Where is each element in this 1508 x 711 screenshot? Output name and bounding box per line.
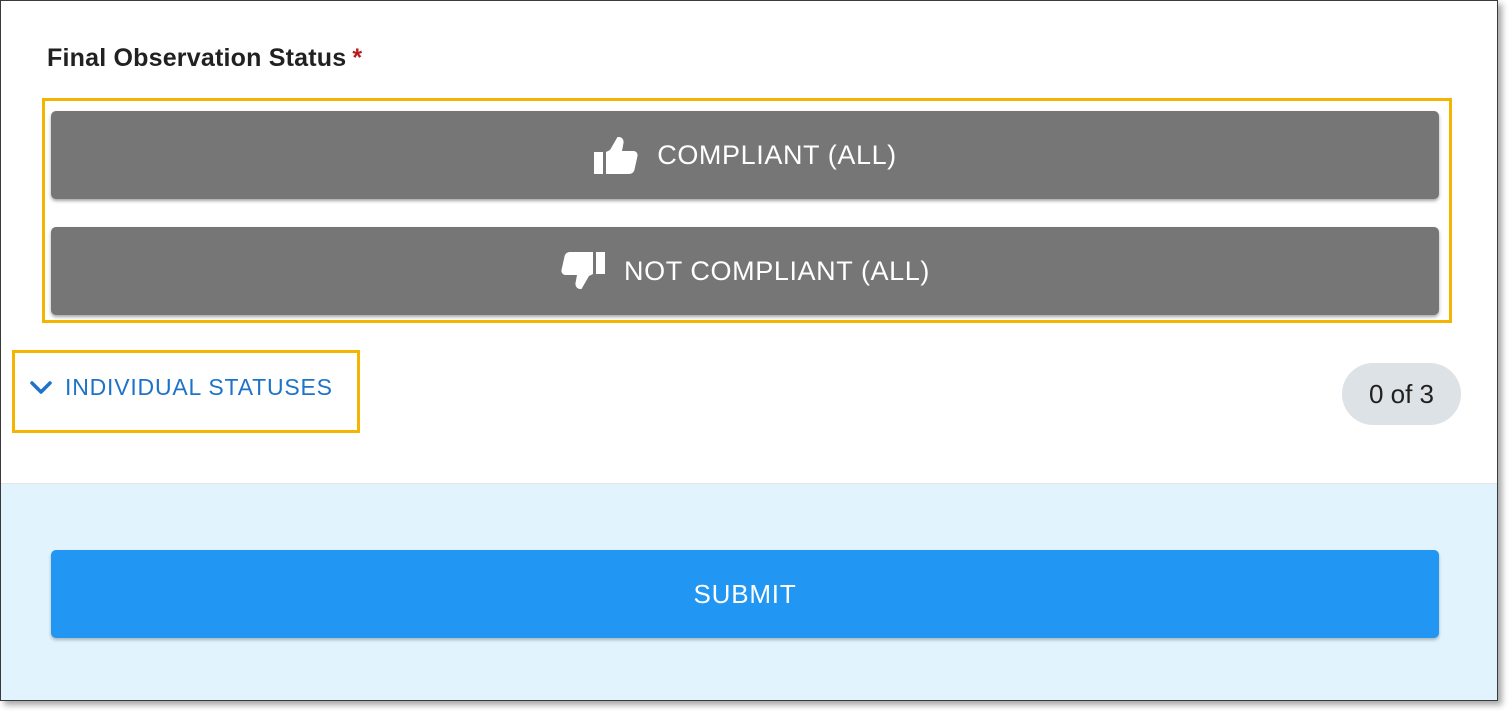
individual-statuses-toggle[interactable]: INDIVIDUAL STATUSES bbox=[29, 374, 333, 401]
individual-statuses-label: INDIVIDUAL STATUSES bbox=[65, 374, 333, 400]
status-count-badge: 0 of 3 bbox=[1342, 363, 1461, 425]
thumbs-down-icon bbox=[560, 251, 606, 291]
compliant-all-label: COMPLIANT (ALL) bbox=[657, 139, 897, 170]
submit-button[interactable]: SUBMIT bbox=[51, 550, 1439, 638]
thumbs-up-icon bbox=[593, 135, 639, 175]
not-compliant-all-label: NOT COMPLIANT (ALL) bbox=[624, 255, 930, 286]
form-panel: Final Observation Status * COMPLIANT (ALL… bbox=[0, 0, 1498, 701]
not-compliant-all-button[interactable]: NOT COMPLIANT (ALL) bbox=[51, 227, 1439, 315]
chevron-down-icon bbox=[29, 380, 53, 396]
field-label: Final Observation Status * bbox=[47, 44, 362, 73]
field-label-text: Final Observation Status bbox=[47, 44, 347, 72]
required-marker: * bbox=[352, 44, 363, 72]
compliant-all-button[interactable]: COMPLIANT (ALL) bbox=[51, 111, 1439, 199]
footer-bar: SUBMIT bbox=[1, 483, 1497, 700]
